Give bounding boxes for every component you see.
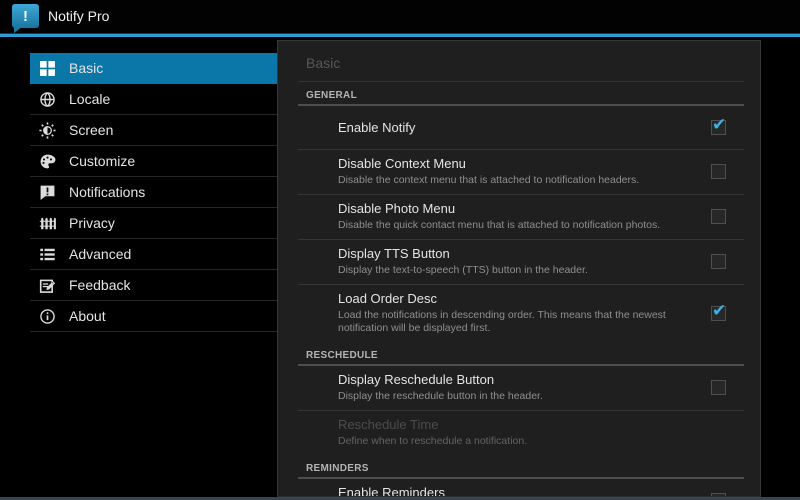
- checkbox-unchecked[interactable]: [711, 380, 726, 395]
- sidebar: Basic Locale Screen Customize Notifications P…: [30, 53, 277, 332]
- section-header-reminders: REMINDERS: [298, 458, 744, 479]
- checkbox-unchecked[interactable]: [711, 209, 726, 224]
- setting-title: Enable Notify: [338, 120, 694, 135]
- setting-description: Disable the quick contact menu that is a…: [338, 219, 694, 232]
- sidebar-item-label: Notifications: [69, 184, 145, 200]
- list-icon: [38, 245, 56, 263]
- setting-row-display-reschedule-button[interactable]: Display Reschedule Button Display the res…: [278, 366, 760, 410]
- setting-title: Enable Reminders: [338, 485, 694, 497]
- setting-row-disable-photo-menu[interactable]: Disable Photo Menu Disable the quick cont…: [278, 195, 760, 239]
- section-header-reschedule: RESCHEDULE: [298, 345, 744, 366]
- sidebar-item-label: Advanced: [69, 246, 131, 262]
- brightness-icon: [38, 121, 56, 139]
- sidebar-item-customize[interactable]: Customize: [30, 146, 277, 177]
- setting-row-reschedule-time: Reschedule Time Define when to reschedule…: [278, 411, 760, 455]
- sidebar-item-label: Feedback: [69, 277, 130, 293]
- setting-title: Display TTS Button: [338, 246, 694, 261]
- info-icon: [38, 307, 56, 325]
- action-bar: ! Notify Pro: [0, 0, 800, 33]
- fence-icon: [38, 214, 56, 232]
- setting-description: Disable the context menu that is attache…: [338, 174, 694, 187]
- sidebar-item-feedback[interactable]: Feedback: [30, 270, 277, 301]
- section-header-general: GENERAL: [298, 85, 744, 106]
- checkbox-unchecked[interactable]: [711, 164, 726, 179]
- sidebar-item-about[interactable]: About: [30, 301, 277, 332]
- setting-row-enable-reminders[interactable]: Enable RemindersRemind you of unread not…: [278, 479, 760, 497]
- sidebar-item-label: Customize: [69, 153, 135, 169]
- chat-alert-icon: [38, 183, 56, 201]
- speech-bubble-icon: !: [12, 4, 39, 28]
- setting-title: Reschedule Time: [338, 417, 694, 432]
- sidebar-item-advanced[interactable]: Advanced: [30, 239, 277, 270]
- setting-description: Load the notifications in descending ord…: [338, 309, 694, 335]
- setting-row-load-order-desc[interactable]: Load Order Desc Load the notifications in…: [278, 285, 760, 342]
- sidebar-item-screen[interactable]: Screen: [30, 115, 277, 146]
- checkbox-unchecked[interactable]: [711, 254, 726, 269]
- sidebar-item-label: Screen: [69, 122, 113, 138]
- grid-icon: [38, 59, 56, 77]
- sidebar-item-label: About: [69, 308, 106, 324]
- sidebar-item-basic[interactable]: Basic: [30, 53, 277, 84]
- exclamation-glyph: !: [23, 9, 28, 24]
- sidebar-item-privacy[interactable]: Privacy: [30, 208, 277, 239]
- app-icon[interactable]: !: [12, 4, 39, 28]
- setting-title: Disable Context Menu: [338, 156, 694, 171]
- setting-description: Display the reschedule button in the hea…: [338, 390, 694, 403]
- sidebar-item-label: Basic: [69, 60, 103, 76]
- compose-icon: [38, 276, 56, 294]
- sidebar-item-notifications[interactable]: Notifications: [30, 177, 277, 208]
- settings-panel: Basic GENERAL Enable Notify Disable Contex…: [277, 40, 761, 497]
- palette-icon: [38, 152, 56, 170]
- setting-description: Define when to reschedule a notification…: [338, 435, 694, 448]
- panel-body: GENERAL Enable Notify Disable Context Menu…: [278, 85, 760, 497]
- sidebar-item-label: Privacy: [69, 215, 115, 231]
- checkbox-checked[interactable]: [711, 120, 726, 135]
- actionbar-accent-line: [0, 33, 800, 37]
- panel-title: Basic: [278, 41, 760, 81]
- globe-icon: [38, 90, 56, 108]
- setting-description: Display the text-to-speech (TTS) button …: [338, 264, 694, 277]
- setting-title: Disable Photo Menu: [338, 201, 694, 216]
- app-title: Notify Pro: [48, 0, 109, 33]
- sidebar-item-label: Locale: [69, 91, 110, 107]
- setting-title: Load Order Desc: [338, 291, 694, 306]
- setting-title: Display Reschedule Button: [338, 372, 694, 387]
- divider: [298, 81, 744, 82]
- checkbox-checked[interactable]: [711, 306, 726, 321]
- setting-row-enable-notify[interactable]: Enable Notify: [278, 106, 760, 149]
- setting-row-display-tts-button[interactable]: Display TTS Button Display the text-to-sp…: [278, 240, 760, 284]
- sidebar-item-locale[interactable]: Locale: [30, 84, 277, 115]
- setting-row-disable-context-menu[interactable]: Disable Context Menu Disable the context …: [278, 150, 760, 194]
